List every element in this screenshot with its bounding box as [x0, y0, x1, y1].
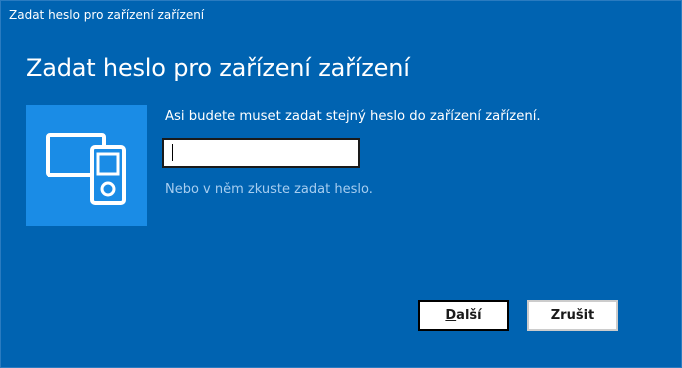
- text-caret: [172, 144, 173, 161]
- pin-hint: Nebo v něm zkuste zadat heslo.: [165, 182, 373, 197]
- next-button-label: alší: [456, 308, 482, 323]
- pin-prompt: Asi budete muset zadat stejný heslo do z…: [165, 109, 541, 124]
- dialog-heading: Zadat heslo pro zařízení zařízení: [26, 54, 410, 82]
- next-button-mnemonic: D: [445, 308, 457, 323]
- pairing-dialog-window: Zadat heslo pro zařízení zařízení Zadat …: [0, 0, 682, 368]
- device-tile: [26, 105, 147, 226]
- devices-icon: [46, 133, 126, 205]
- title-bar[interactable]: Zadat heslo pro zařízení zařízení: [1, 1, 681, 31]
- pin-input[interactable]: [162, 138, 360, 168]
- window-title: Zadat heslo pro zařízení zařízení: [9, 8, 205, 22]
- next-button[interactable]: Další: [418, 300, 509, 331]
- cancel-button[interactable]: Zrušit: [527, 300, 618, 331]
